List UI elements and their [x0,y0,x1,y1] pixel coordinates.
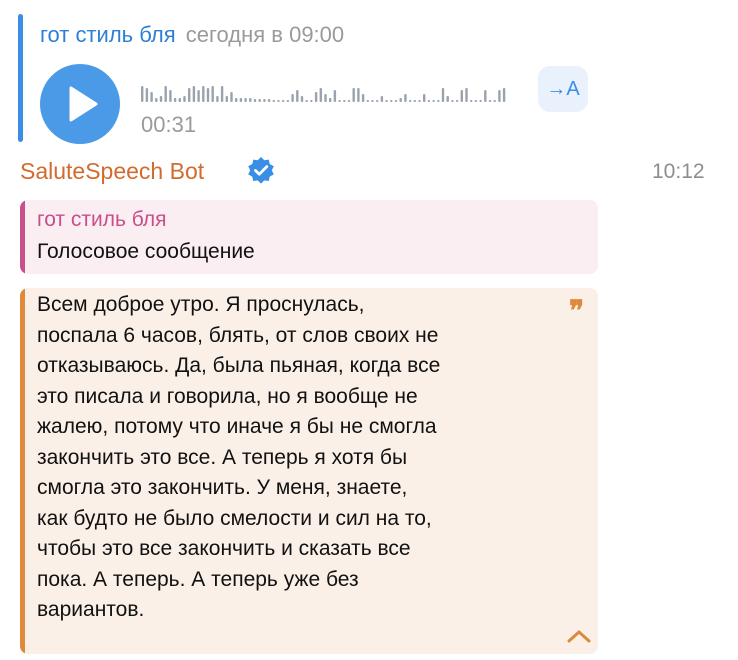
chevron-up-icon[interactable] [564,624,594,648]
forward-accent-bar [18,14,23,142]
quote-mark-icon: ❞ [569,296,585,327]
message-time: 10:12 [652,160,705,183]
play-button[interactable] [40,64,120,144]
transcription-text: Всем доброе утро. Я проснулась, поспала … [37,293,441,621]
reply-author: гот стиль бля [37,208,167,231]
transcribe-button[interactable]: →A [538,66,588,112]
play-icon [69,86,98,122]
transcription-quote: Всем доброе утро. Я проснулась, поспала … [20,288,598,654]
reply-preview[interactable]: гот стиль бля Голосовое сообщение [20,200,598,274]
forward-date: сегодня в 09:00 [185,22,345,47]
reply-text: Голосовое сообщение [37,240,255,263]
forwarded-voice-message: гот стиль бля сегодня в 09:00 00:31 →A [18,14,658,144]
reply-accent-bar [20,200,25,274]
verified-badge-icon [248,157,274,184]
forward-author[interactable]: гот стиль бля [40,22,176,47]
voice-duration: 00:31 [141,112,197,137]
voice-waveform[interactable] [141,74,513,104]
quote-accent-bar [20,288,25,654]
bot-name[interactable]: SaluteSpeech Bot [20,158,204,185]
forward-header: гот стиль бля сегодня в 09:00 [40,22,344,48]
